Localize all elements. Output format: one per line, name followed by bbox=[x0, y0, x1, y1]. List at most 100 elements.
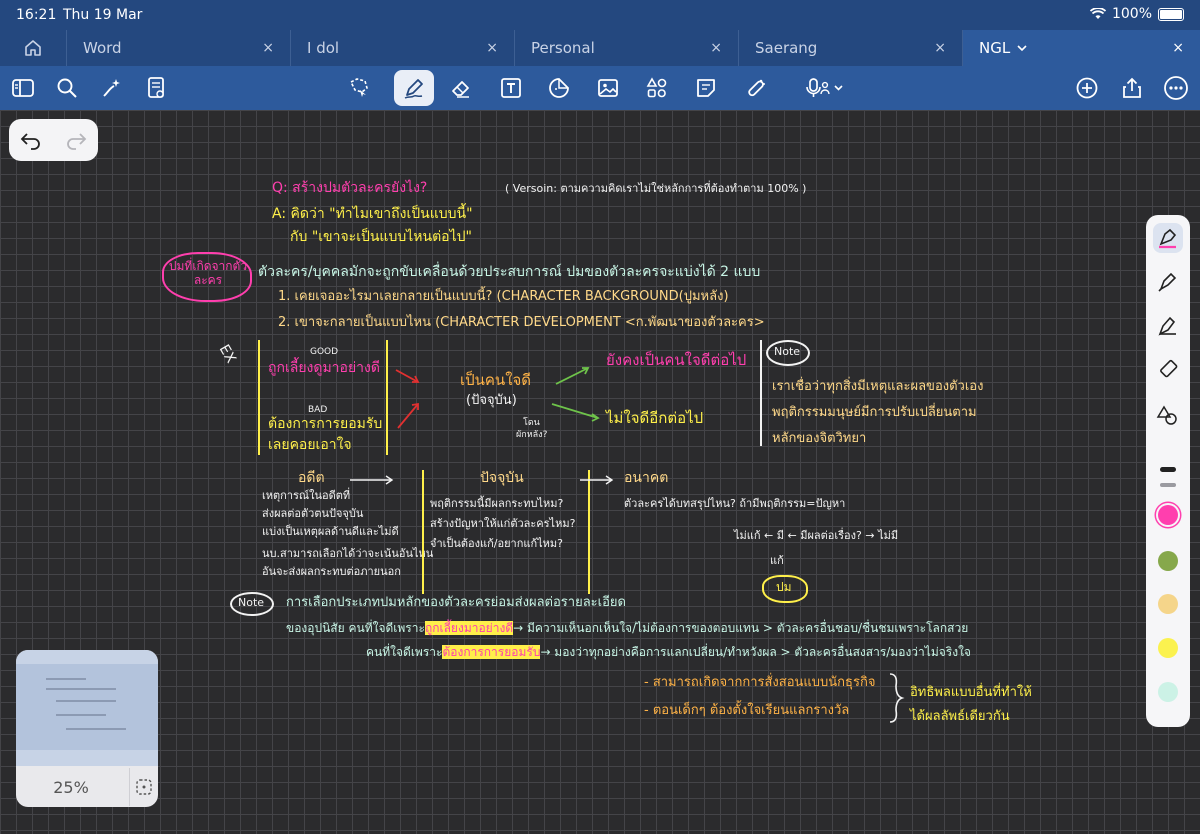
document-button[interactable] bbox=[141, 73, 171, 103]
fit-page-button[interactable] bbox=[129, 768, 158, 806]
sticky-note-tool[interactable] bbox=[691, 73, 721, 103]
future-line-1: ตัวละครได้บทสรุปไหน? ถ้ามีพฤติกรรม=ปัญหา bbox=[624, 497, 846, 510]
tab-word[interactable]: Word × bbox=[66, 30, 290, 66]
image-tool[interactable] bbox=[593, 73, 623, 103]
status-bar: 16:21 Thu 19 Mar 100% bbox=[0, 0, 1200, 30]
stroke-size-medium[interactable] bbox=[1160, 483, 1176, 487]
cloud-label: ปมที่เกิดจากตัวละคร bbox=[168, 259, 248, 287]
wifi-icon bbox=[1089, 8, 1106, 19]
note-bottom-2: ของอุปนิสัย คนที่ใจดีเพราะถูกเลี้ยงมาอย่… bbox=[286, 621, 969, 636]
tab-saerang[interactable]: Saerang × bbox=[738, 30, 962, 66]
note-bottom-2b: → มีความเห็นอกเห็นใจ/ไม่ต้องการของตอบแทน… bbox=[513, 621, 969, 635]
shape-option[interactable] bbox=[1153, 401, 1183, 431]
center-text-4: ผักหลัง? bbox=[516, 430, 548, 440]
share-icon bbox=[1123, 77, 1141, 98]
close-icon[interactable]: × bbox=[1172, 40, 1184, 56]
note-bottom-3a: คนที่ใจดีเพราะ bbox=[366, 645, 443, 659]
sticker-tool[interactable] bbox=[544, 73, 574, 103]
bad-text-1: ต้องการการยอมรับ bbox=[268, 416, 383, 432]
toolbar bbox=[0, 66, 1200, 110]
audio-record-tool[interactable] bbox=[800, 73, 848, 103]
bad-text-2: เลยคอยเอาใจ bbox=[268, 437, 352, 453]
eraser-tool[interactable] bbox=[446, 73, 476, 103]
brace-mark bbox=[889, 673, 905, 723]
pen-tool[interactable] bbox=[394, 70, 434, 106]
sticky-note-icon bbox=[697, 79, 715, 97]
good-text: ถูกเลี้ยงดูมาอย่างดี bbox=[268, 360, 380, 376]
fountain-pen-icon bbox=[1159, 228, 1177, 249]
laser-pointer-tool[interactable] bbox=[740, 73, 770, 103]
note-line-2: พฤติกรรมมนุษย์มีการปรับเปลี่ยนตาม bbox=[772, 405, 977, 420]
tab-ngl[interactable]: NGL × bbox=[962, 30, 1200, 66]
brush-pen-option[interactable] bbox=[1153, 311, 1183, 341]
tab-label: Saerang bbox=[755, 39, 818, 57]
redo-icon[interactable] bbox=[64, 130, 88, 150]
note-bottom-1: การเลือกประเภทปมหลักของตัวละครย่อมส่งผลต… bbox=[286, 595, 626, 610]
home-tab[interactable] bbox=[0, 30, 66, 66]
fountain-pen-option[interactable] bbox=[1153, 223, 1183, 253]
center-text-2: (ปัจจุบัน) bbox=[466, 393, 517, 408]
shapes-icon bbox=[1156, 405, 1177, 425]
ai-button[interactable] bbox=[97, 73, 127, 103]
status-date: Thu 19 Mar bbox=[63, 7, 143, 23]
image-icon bbox=[598, 79, 618, 97]
laser-pointer-icon bbox=[748, 79, 765, 97]
version-text: ( Versoin: ตามความคิดเราไม่ใช่หลักการที่… bbox=[505, 182, 807, 195]
tab-idol[interactable]: I dol × bbox=[290, 30, 514, 66]
home-icon bbox=[25, 40, 41, 56]
color-swatch-mint[interactable] bbox=[1158, 682, 1178, 702]
lasso-tool[interactable] bbox=[344, 73, 374, 103]
note-line-3: หลักของจิตวิทยา bbox=[772, 431, 867, 446]
tab-label: NGL bbox=[979, 39, 1011, 57]
color-swatch-pink[interactable] bbox=[1158, 505, 1178, 525]
undo-icon[interactable] bbox=[19, 130, 43, 150]
share-button[interactable] bbox=[1117, 73, 1147, 103]
chevron-down-icon[interactable] bbox=[1016, 43, 1028, 53]
color-swatch-yellow[interactable] bbox=[1158, 638, 1178, 658]
divider-line bbox=[258, 340, 260, 455]
ball-pen-option[interactable] bbox=[1153, 267, 1183, 297]
status-time: 16:21 bbox=[16, 7, 57, 23]
more-button[interactable] bbox=[1161, 73, 1191, 103]
past-line-2: ส่งผลต่อตัวตนปัจจุบัน bbox=[262, 507, 364, 520]
color-swatch-green[interactable] bbox=[1158, 551, 1178, 571]
close-icon[interactable]: × bbox=[934, 40, 946, 56]
eraser-icon bbox=[452, 81, 469, 98]
close-icon[interactable]: × bbox=[710, 40, 722, 56]
sidebar-toggle-button[interactable] bbox=[8, 73, 38, 103]
elements-tool[interactable] bbox=[642, 73, 672, 103]
text-tool[interactable] bbox=[496, 73, 526, 103]
bad-label: BAD bbox=[308, 405, 328, 415]
status-right: 100% bbox=[1089, 6, 1184, 22]
sub-right-1: อิทธิพลแบบอื่นที่ทำให้ bbox=[910, 685, 1032, 700]
tab-label: I dol bbox=[307, 39, 340, 57]
close-icon[interactable]: × bbox=[486, 40, 498, 56]
past-heading: อดีต bbox=[298, 470, 325, 486]
center-text-3: โดน bbox=[523, 418, 540, 428]
goodnotes-app: 16:21 Thu 19 Mar 100% Word × I dol × Per… bbox=[0, 0, 1200, 834]
note-canvas[interactable] bbox=[0, 110, 1200, 834]
page-navigator[interactable]: 25% bbox=[16, 650, 158, 807]
stroke-size-thick[interactable] bbox=[1160, 467, 1176, 472]
past-line-1: เหตุการณ์ในอดีตที่ bbox=[262, 489, 351, 502]
pen-icon bbox=[404, 79, 423, 99]
zoom-level[interactable]: 25% bbox=[16, 768, 126, 806]
search-button[interactable] bbox=[52, 73, 82, 103]
undo-redo-group bbox=[9, 119, 98, 161]
battery-icon bbox=[1158, 7, 1184, 21]
close-icon[interactable]: × bbox=[262, 40, 274, 56]
note-label: Note bbox=[774, 345, 801, 358]
arrow-icon bbox=[580, 475, 614, 485]
tab-label: Word bbox=[83, 39, 122, 57]
result-1: ยังคงเป็นคนใจดีต่อไป bbox=[606, 351, 747, 369]
tab-personal[interactable]: Personal × bbox=[514, 30, 738, 66]
page-thumbnail[interactable] bbox=[16, 650, 158, 766]
answer-line-1: A: คิดว่า "ทำไมเขาถึงเป็นแบบนี้" bbox=[272, 206, 473, 222]
brush-pen-icon bbox=[1158, 316, 1176, 336]
highlighter-option[interactable] bbox=[1153, 355, 1183, 385]
note-bottom-3-highlight: ต้องการการยอมรับ bbox=[442, 645, 541, 659]
document-icon bbox=[148, 77, 164, 98]
add-page-button[interactable] bbox=[1072, 73, 1102, 103]
future-line-3: แก้ bbox=[770, 554, 784, 567]
color-swatch-peach[interactable] bbox=[1158, 594, 1178, 614]
